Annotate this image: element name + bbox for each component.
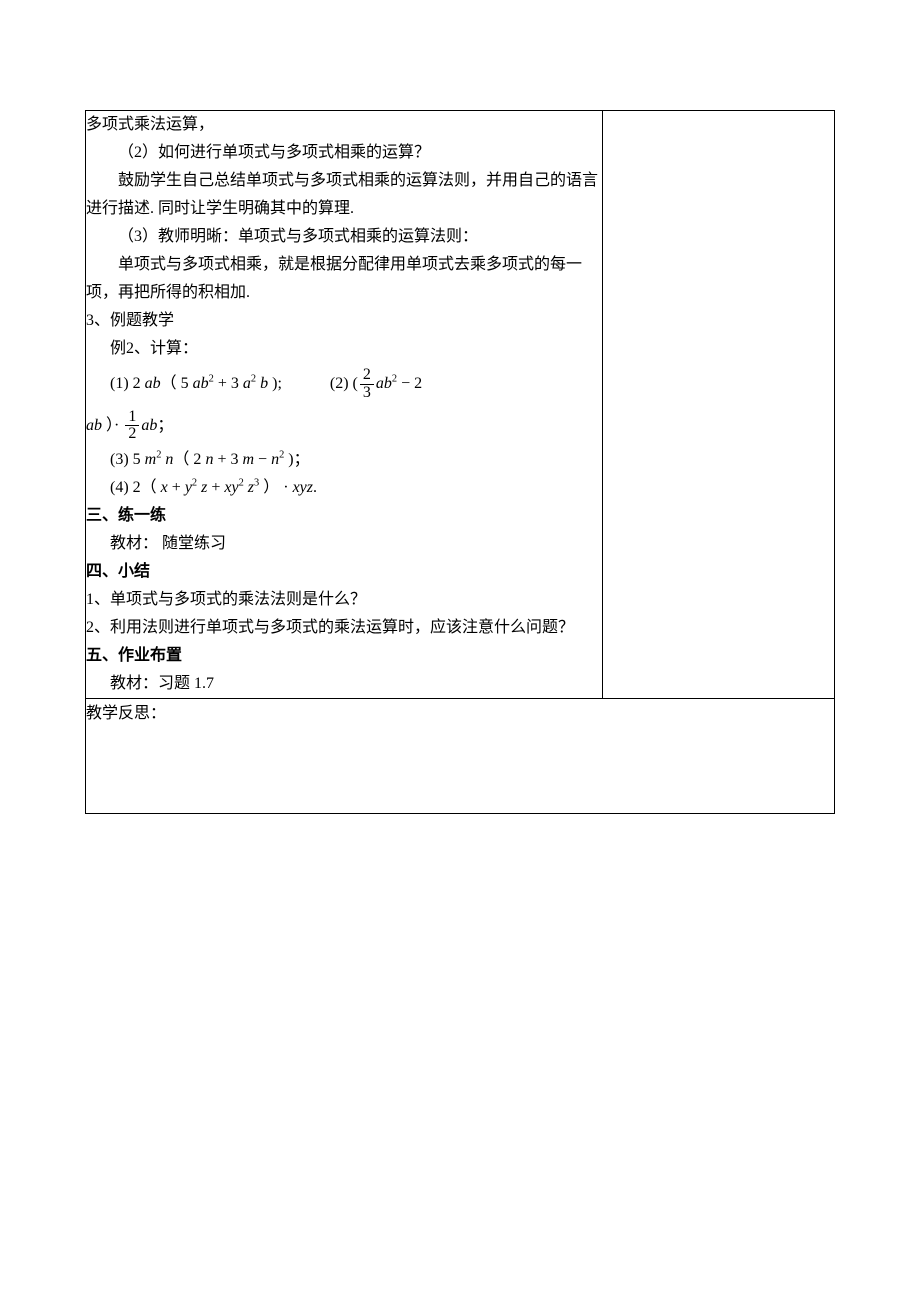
reflection-label: 教学反思： <box>86 699 834 723</box>
formula-3: (3) 5 m2 n（ 2 n + 3 m − n2 )； <box>86 446 602 474</box>
f3-n: n <box>161 451 173 468</box>
f3-n3: n <box>271 451 279 468</box>
f3-prefix: (3) 5 <box>110 451 145 468</box>
f2b-frac-den: 2 <box>125 426 139 443</box>
section-4-item-1: 1、单项式与多项式的乘法法则是什么？ <box>86 586 602 614</box>
lesson-table: 多项式乘法运算， （2）如何进行单项式与多项式相乘的运算？ 鼓励学生自己总结单项… <box>85 110 835 814</box>
f1-mid1: （ 5 <box>161 375 193 392</box>
f3-minus: − <box>254 451 271 468</box>
f4-p1: + <box>168 479 185 496</box>
main-content-cell: 多项式乘法运算， （2）如何进行单项式与多项式相乘的运算？ 鼓励学生自己总结单项… <box>86 111 603 699</box>
f4-xyz: xyz <box>293 479 313 496</box>
section-5-body: 教材：习题 1.7 <box>86 670 602 698</box>
f1-ab: ab <box>145 375 161 392</box>
question-2: （2）如何进行单项式与多项式相乘的运算？ <box>86 139 602 167</box>
f3-m2: m <box>242 451 254 468</box>
f4-p2: + <box>207 479 224 496</box>
f2-frac-num: 2 <box>360 367 374 385</box>
line-continuation: 多项式乘法运算， <box>86 111 602 139</box>
f2-ab: ab <box>376 375 392 392</box>
f1-ab2: ab <box>193 375 209 392</box>
section-4-heading: 四、小结 <box>86 558 602 586</box>
reflection-cell: 教学反思： <box>86 699 835 814</box>
section-5-heading: 五、作业布置 <box>86 642 602 670</box>
f4-xy: xy <box>224 479 238 496</box>
f3-end: )； <box>284 451 309 468</box>
encourage-text: 鼓励学生自己总结单项式与多项式相乘的运算法则，并用自己的语言进行描述. 同时让学… <box>86 167 602 223</box>
section-3-body: 教材： 随堂练习 <box>86 530 602 558</box>
f4-z: z <box>197 479 207 496</box>
f4-x: x <box>161 479 168 496</box>
rule-text: 单项式与多项式相乘，就是根据分配律用单项式去乘多项式的每一项，再把所得的积相加. <box>86 251 602 307</box>
example-section-num: 3、 <box>86 312 110 329</box>
f4-close: ） · <box>259 479 292 496</box>
f2b-dot: ）· <box>102 417 123 434</box>
f2b-semi: ； <box>157 417 173 434</box>
f1-end: ); <box>268 375 282 392</box>
f2-minus: − 2 <box>397 375 422 392</box>
f3-m: m <box>145 451 157 468</box>
f1-a: a <box>243 375 251 392</box>
f4-prefix: (4) 2（ <box>110 479 161 496</box>
section-4-item-2: 2、利用法则进行单项式与多项式的乘法运算时，应该注意什么问题？ <box>86 614 602 642</box>
f4-y: y <box>185 479 192 496</box>
f3-open: （ 2 <box>173 451 205 468</box>
f1-prefix: (1) 2 <box>110 375 145 392</box>
f2-frac: 23 <box>360 367 374 402</box>
f4-dot: . <box>313 479 317 496</box>
example-section-title: 例题教学 <box>110 312 174 329</box>
f2b-ab: ab <box>86 417 102 434</box>
f1-b: b <box>256 375 268 392</box>
example-section: 3、例题教学 <box>86 307 602 335</box>
f1-plus: + 3 <box>214 375 243 392</box>
f2b-frac-num: 1 <box>125 409 139 427</box>
f2-frac-den: 3 <box>360 385 374 402</box>
formula-row-2: ab ）· 12ab； <box>86 405 602 447</box>
formula-row-1: (1) 2 ab（ 5 ab2 + 3 a2 b ); (2) (23ab2 −… <box>86 363 602 405</box>
f2-prefix: (2) ( <box>330 375 358 392</box>
example-2-label: 例2、计算： <box>86 335 602 363</box>
f2b-frac: 12 <box>125 409 139 444</box>
f4-z2: z <box>244 479 254 496</box>
section-3-heading: 三、练一练 <box>86 502 602 530</box>
f3-plus: + 3 <box>213 451 242 468</box>
f2b-ab2: ab <box>141 417 157 434</box>
formula-4: (4) 2（ x + y2 z + xy2 z3 ） · xyz. <box>86 474 602 502</box>
question-3: （3）教师明晰：单项式与多项式相乘的运算法则： <box>86 223 602 251</box>
side-notes-cell <box>602 111 834 699</box>
